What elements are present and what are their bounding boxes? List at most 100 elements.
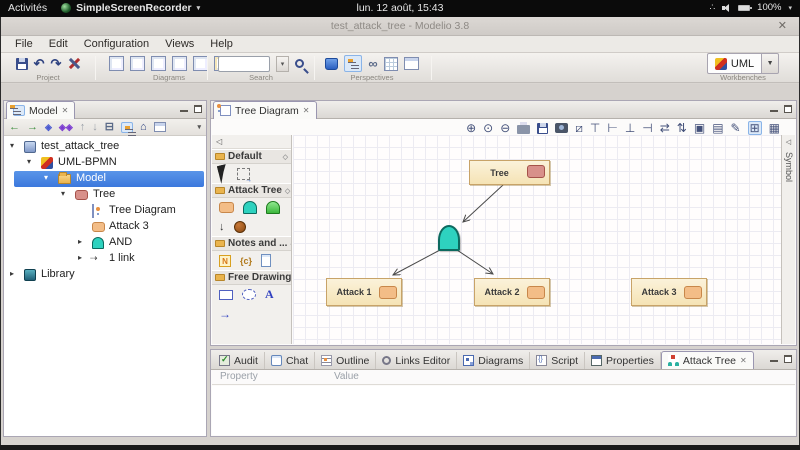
zoom-in-button[interactable]: ⊕ <box>466 122 476 134</box>
constraint-tool[interactable]: {c} <box>240 256 252 266</box>
same-size-button[interactable]: ▣ <box>694 122 705 134</box>
tree-filter-button[interactable] <box>121 122 133 133</box>
node-attack1[interactable]: Attack 1 <box>326 278 402 306</box>
expand-left-icon[interactable]: ◁ <box>782 135 795 146</box>
tree-item-model-selected[interactable]: ▾ Model <box>4 171 206 187</box>
search-icon[interactable] <box>295 59 304 68</box>
menu-views[interactable]: Views <box>157 38 202 50</box>
home-button[interactable]: ⌂ <box>140 122 147 133</box>
console-perspective-button[interactable] <box>404 57 419 70</box>
move-down-button[interactable]: ↓ <box>92 122 98 133</box>
save-button[interactable] <box>16 58 28 70</box>
edge-tree-to-and[interactable] <box>463 185 503 222</box>
pin-icon[interactable]: ◇ <box>290 240 291 248</box>
node-and-gate[interactable] <box>438 225 460 251</box>
align-bottom-button[interactable]: ⊥ <box>625 122 635 134</box>
tab-attack-tree[interactable]: Attack Tree ✕ <box>661 351 754 369</box>
tree-item-tree-diagram[interactable]: Tree Diagram <box>4 203 206 219</box>
matrix-perspective-button[interactable] <box>384 57 398 71</box>
close-icon[interactable]: ✕ <box>62 106 69 115</box>
or-gate-tool[interactable] <box>266 201 280 214</box>
column-value[interactable]: Value <box>330 370 359 384</box>
screenshot-button[interactable] <box>555 123 568 133</box>
move-up-button[interactable]: ↑ <box>80 122 86 133</box>
palette-group-free-drawing[interactable]: Free Drawing ◇ <box>212 270 291 285</box>
state-diagram-button[interactable] <box>172 56 187 71</box>
menu-file[interactable]: File <box>7 38 41 50</box>
close-icon[interactable]: ✕ <box>740 356 747 365</box>
attack-node-tool[interactable] <box>219 202 234 213</box>
style-brush-button[interactable]: ✎ <box>731 122 741 134</box>
tree-item-1-link[interactable]: ▸ ⇢ 1 link <box>4 251 206 267</box>
expander-icon[interactable]: ▸ <box>78 237 82 246</box>
tree-item-project[interactable]: ▾ test_attack_tree <box>4 139 206 155</box>
palette-group-attack-tree[interactable]: Attack Tree ◇ <box>212 183 291 198</box>
align-top-button[interactable]: ⊤ <box>590 122 600 134</box>
tab-script[interactable]: Script <box>530 352 585 369</box>
node-tree[interactable]: Tree <box>469 160 550 185</box>
usecase-diagram-button[interactable] <box>130 56 145 71</box>
edge-and-to-attack1[interactable] <box>393 250 440 275</box>
edge-and-to-attack2[interactable] <box>457 250 493 274</box>
marquee-tool[interactable] <box>237 168 250 180</box>
redo-button[interactable]: ↷ <box>51 57 62 70</box>
system-tray[interactable]: ∴ 100% ▾ <box>709 2 792 13</box>
page-setup-button[interactable]: ▦ <box>769 122 780 134</box>
tree-item-tree[interactable]: ▾ Tree <box>4 187 206 203</box>
node-attack2[interactable]: Attack 2 <box>474 278 550 306</box>
minimize-panel-button[interactable] <box>770 355 778 363</box>
class-diagram-button[interactable] <box>109 56 124 71</box>
minimize-panel-button[interactable] <box>180 105 188 113</box>
note-tool[interactable]: N <box>219 255 231 267</box>
grid-toggle-button[interactable]: ⊞ <box>748 121 762 135</box>
close-window-button[interactable]: ✕ <box>778 17 787 36</box>
tree-item-uml-bpmn[interactable]: ▾ UML-BPMN <box>4 155 206 171</box>
menu-configuration[interactable]: Configuration <box>76 38 157 50</box>
tab-model[interactable]: Model ✕ <box>6 101 75 119</box>
print-button[interactable] <box>517 125 530 134</box>
maximize-panel-button[interactable] <box>194 105 202 113</box>
title-bar[interactable]: test_attack_tree - Modelio 3.8 ✕ <box>1 17 799 36</box>
select-tool[interactable] <box>217 164 230 184</box>
tab-properties[interactable]: Properties <box>585 352 661 369</box>
expander-icon[interactable]: ▾ <box>61 189 65 198</box>
zoom-out-button[interactable]: ⊖ <box>500 122 510 134</box>
tab-diagrams[interactable]: Diagrams <box>457 352 530 369</box>
tree-perspective-button-active[interactable] <box>344 55 362 72</box>
tab-outline[interactable]: Outline <box>315 352 376 369</box>
palette-collapse-button[interactable]: ◁ <box>212 135 291 149</box>
text-tool[interactable]: A <box>265 287 274 302</box>
tree-settings-button[interactable] <box>154 122 166 132</box>
search-dropdown-button[interactable]: ▾ <box>276 56 289 72</box>
align-right-button[interactable]: ⊣ <box>642 122 652 134</box>
link-tool[interactable]: ↓ <box>219 221 225 233</box>
activity-diagram-button[interactable] <box>193 56 208 71</box>
distribute-horizontal-button[interactable]: ⇄ <box>660 122 670 134</box>
distribute-vertical-button[interactable]: ⇅ <box>677 122 687 134</box>
clock[interactable]: lun. 12 août, 15:43 <box>0 2 800 14</box>
node-attack3[interactable]: Attack 3 <box>631 278 707 306</box>
related-diamonds-button[interactable]: ◈◈ <box>59 122 73 133</box>
maximize-panel-button[interactable] <box>784 355 792 363</box>
countermeasure-tool[interactable] <box>234 221 246 233</box>
menu-edit[interactable]: Edit <box>41 38 76 50</box>
tab-links-editor[interactable]: Links Editor <box>376 352 457 369</box>
maximize-panel-button[interactable] <box>784 105 792 113</box>
palette-group-notes[interactable]: Notes and ... ◇ <box>212 236 291 251</box>
rectangle-tool[interactable] <box>219 290 233 300</box>
symbol-panel-collapsed[interactable]: ◁ Symbol <box>781 135 795 344</box>
pin-icon[interactable]: ◇ <box>285 187 290 195</box>
diagram-canvas[interactable]: Tree Attack 1 Attack 2 Attack 3 <box>293 135 781 344</box>
zoom-reset-button[interactable]: ⊙ <box>483 122 493 134</box>
expander-icon[interactable]: ▾ <box>10 141 14 150</box>
minimize-panel-button[interactable] <box>770 105 778 113</box>
view-menu-button[interactable]: ▾ <box>197 122 201 133</box>
related-diamond-button[interactable]: ◈ <box>45 122 52 133</box>
tab-chat[interactable]: Chat <box>265 352 315 369</box>
menu-help[interactable]: Help <box>202 38 241 50</box>
line-tool[interactable]: → <box>219 307 231 321</box>
fit-selection-button[interactable]: ⧄ <box>575 122 583 134</box>
expander-icon[interactable]: ▾ <box>44 173 48 182</box>
frame-button[interactable]: ▤ <box>712 122 723 134</box>
expander-icon[interactable]: ▾ <box>27 157 31 166</box>
